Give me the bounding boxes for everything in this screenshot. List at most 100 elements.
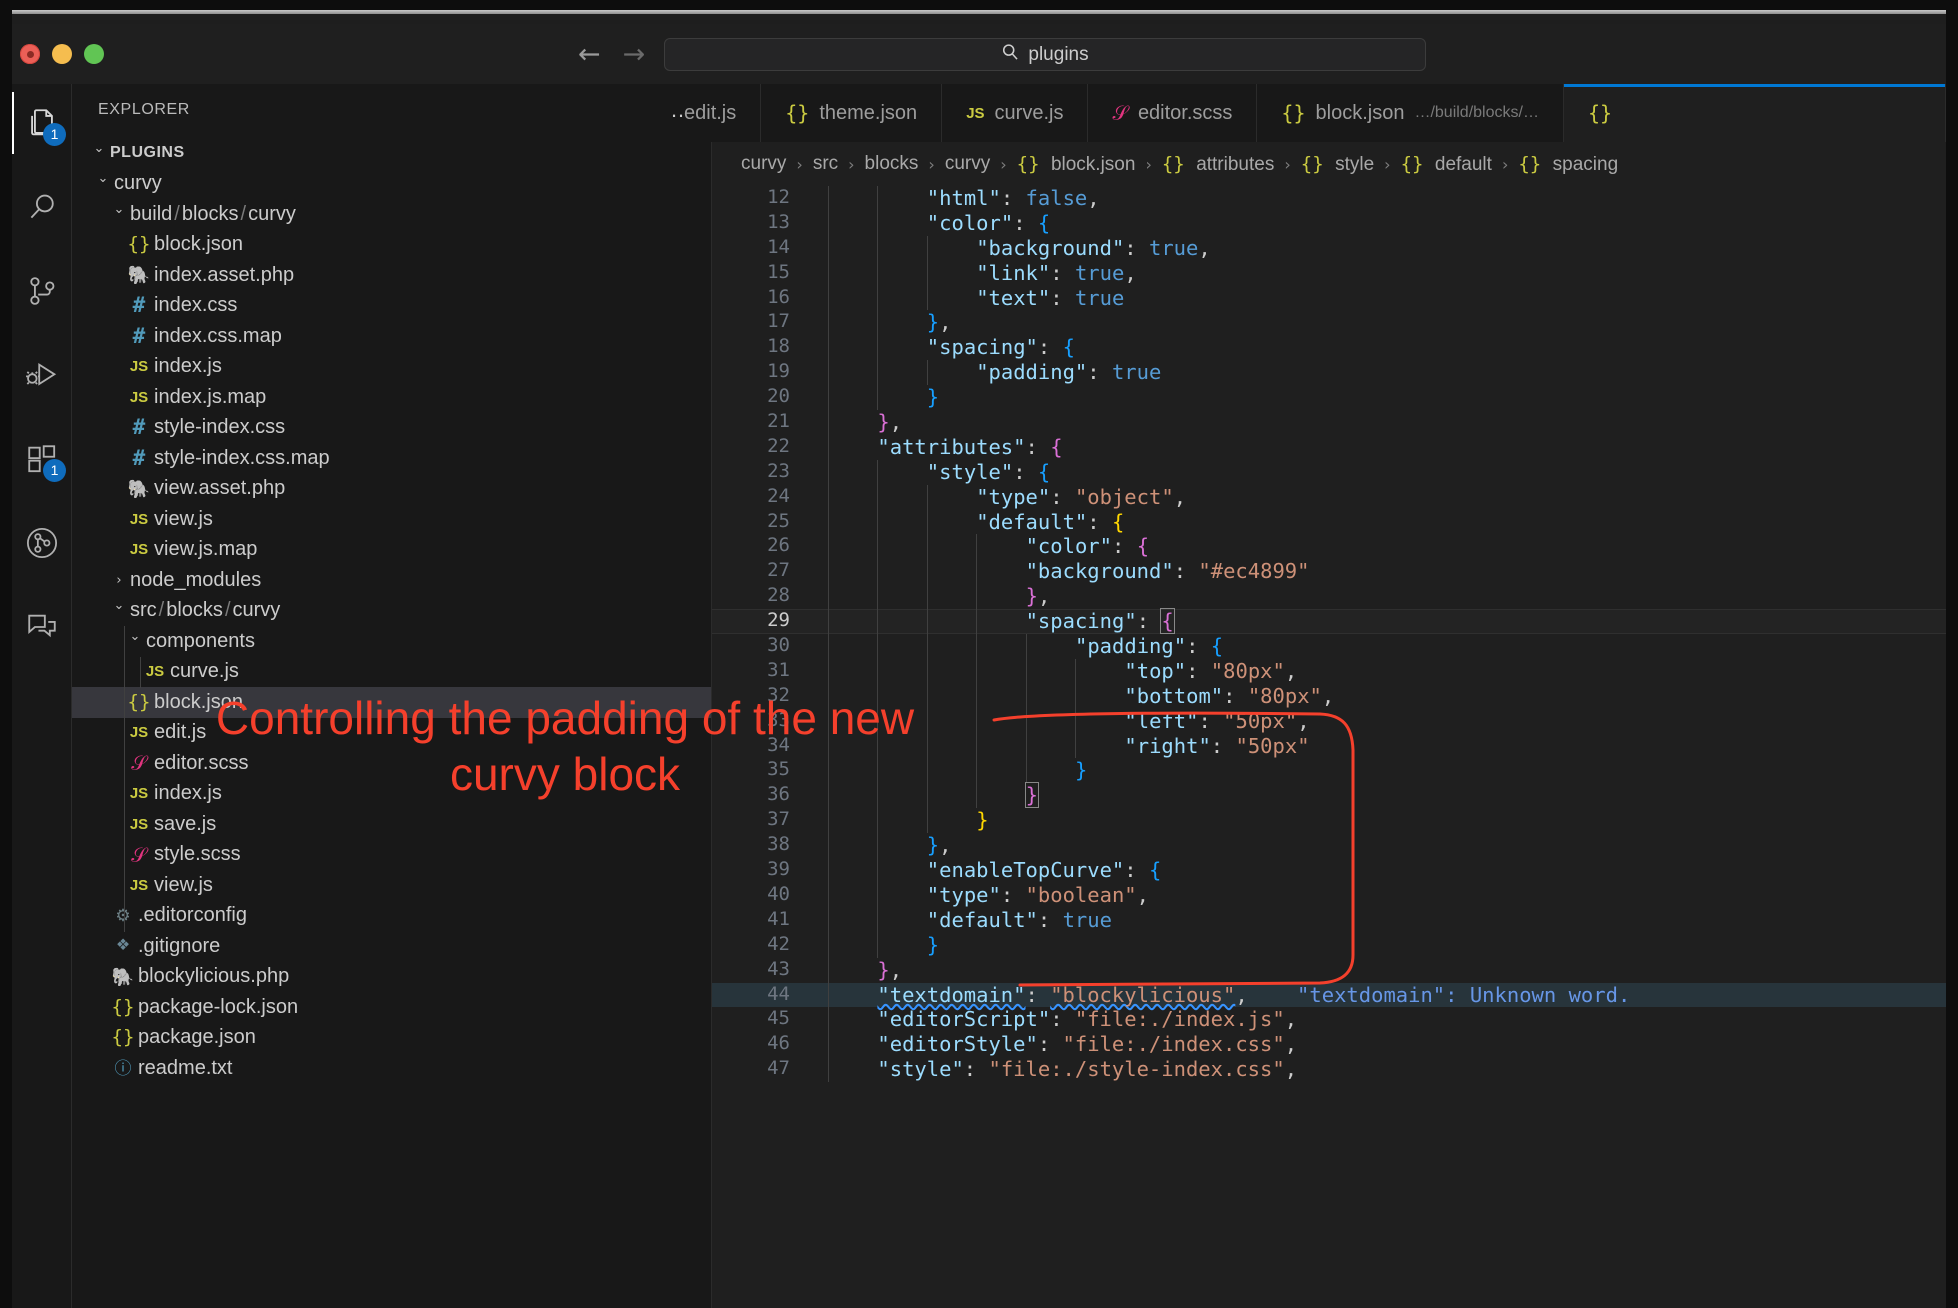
maximize-button[interactable] bbox=[84, 44, 104, 64]
breadcrumb-item[interactable]: {} block.json bbox=[1016, 153, 1137, 176]
code-line[interactable]: 38}, bbox=[712, 833, 1946, 859]
breadcrumb-item[interactable]: {} attributes bbox=[1161, 153, 1275, 176]
tree-file-item[interactable]: # index.css bbox=[72, 291, 711, 322]
code-line[interactable]: 33 "left": "50px", bbox=[712, 708, 1946, 734]
tree-folder-item[interactable]: ⌄ build / blocks / curvy bbox=[72, 199, 711, 230]
code-line[interactable]: 25 "default": { bbox=[712, 509, 1946, 535]
code-line[interactable]: 36} bbox=[712, 782, 1946, 809]
breadcrumb-item[interactable]: blocks bbox=[864, 153, 920, 175]
chevron-down-icon[interactable]: ⌄ bbox=[88, 141, 110, 156]
activity-item-source-control[interactable] bbox=[12, 260, 72, 322]
code-line[interactable]: 24 "type": "object", bbox=[712, 484, 1946, 510]
code-line[interactable]: 23 "style": { bbox=[712, 459, 1946, 485]
tree-file-item[interactable]: JS view.js.map bbox=[72, 535, 711, 566]
activity-item-comments[interactable] bbox=[12, 596, 72, 658]
code-line[interactable]: 19 "padding": true bbox=[712, 360, 1946, 386]
chevron-down-icon[interactable]: ⌄ bbox=[108, 598, 130, 613]
code-line[interactable]: 15 "link": true, bbox=[712, 260, 1946, 286]
code-line[interactable]: 35} bbox=[712, 758, 1946, 784]
tree-folder-item[interactable]: ⌄ src / blocks / curvy bbox=[72, 596, 711, 627]
tree-file-item[interactable]: 🐘 blockylicious.php bbox=[72, 962, 711, 993]
tree-file-item[interactable]: 🐘 view.asset.php bbox=[72, 474, 711, 505]
forward-arrow-icon[interactable]: → bbox=[623, 41, 646, 68]
chevron-down-icon[interactable]: ⌄ bbox=[108, 202, 130, 217]
search-input-value[interactable]: plugins bbox=[1028, 44, 1088, 66]
editor-tab[interactable]: {} bbox=[1563, 84, 1946, 142]
tree-file-item[interactable]: JS index.js bbox=[72, 352, 711, 383]
close-button[interactable] bbox=[20, 44, 40, 64]
tree-folder-item[interactable]: ⌄ components bbox=[72, 626, 711, 657]
code-line[interactable]: 42} bbox=[712, 932, 1946, 958]
tree-file-item[interactable]: # index.css.map bbox=[72, 321, 711, 352]
tree-folder-item[interactable]: › node_modules bbox=[72, 565, 711, 596]
chevron-down-icon[interactable]: ⌄ bbox=[124, 629, 146, 644]
activity-item-extensions[interactable]: 1 bbox=[12, 428, 72, 490]
tree-file-item[interactable]: 🐘 index.asset.php bbox=[72, 260, 711, 291]
code-line[interactable]: 22 "attributes": { bbox=[712, 434, 1946, 460]
editor-tab[interactable]: 𝒮editor.scss bbox=[1088, 84, 1258, 142]
tree-folder-item[interactable]: ⌄ curvy bbox=[72, 169, 711, 200]
code-line[interactable]: 16 "text": true bbox=[712, 285, 1946, 311]
code-line[interactable]: 40 "type": "boolean", bbox=[712, 882, 1946, 908]
tree-file-item[interactable]: JS index.js.map bbox=[72, 382, 711, 413]
code-line[interactable]: 39 "enableTopCurve": { bbox=[712, 858, 1946, 883]
tree-file-item[interactable]: ⚙ .editorconfig bbox=[72, 901, 711, 932]
code-line[interactable]: 37} bbox=[712, 808, 1946, 834]
breadcrumb-item[interactable]: curvy bbox=[944, 153, 991, 175]
minimize-button[interactable] bbox=[52, 44, 72, 64]
code-line[interactable]: 30 "padding": { bbox=[712, 634, 1946, 659]
tree-file-item[interactable]: 𝒮editor.scss bbox=[72, 748, 711, 779]
back-arrow-icon[interactable]: ← bbox=[578, 41, 601, 68]
code-line[interactable]: 44 "textdomain": "blockylicious", "textdo… bbox=[712, 982, 1946, 1008]
code-line[interactable]: 14 "background": true, bbox=[712, 235, 1946, 261]
chevron-down-icon[interactable]: ⌄ bbox=[92, 171, 114, 186]
tree-file-item[interactable]: {} block.json bbox=[72, 687, 711, 718]
code-line[interactable]: 26 "color": { bbox=[712, 534, 1946, 560]
command-center-search[interactable]: plugins bbox=[664, 38, 1426, 71]
tree-file-item[interactable]: JS edit.js bbox=[72, 718, 711, 749]
tree-root-plugins[interactable]: ⌄ PLUGINS bbox=[72, 138, 711, 169]
tree-file-item[interactable]: {} package.json bbox=[72, 1023, 711, 1054]
chevron-right-icon[interactable]: › bbox=[108, 573, 130, 588]
code-line[interactable]: 18 "spacing": { bbox=[712, 335, 1946, 361]
editor-tab[interactable]: edit.js bbox=[684, 84, 762, 142]
code-editor[interactable]: 12 "html": false, 13 "color": {14 "backgroun… bbox=[712, 186, 1946, 1308]
code-line[interactable]: 45 "editorScript": "file:./index.js", bbox=[712, 1007, 1946, 1033]
code-line[interactable]: 28}, bbox=[712, 584, 1946, 610]
editor-tab[interactable]: {} theme.json bbox=[761, 84, 943, 142]
tree-file-item[interactable]: JS view.js bbox=[72, 504, 711, 535]
tree-file-item[interactable]: # style-index.css.map bbox=[72, 443, 711, 474]
activity-item-search[interactable] bbox=[12, 176, 72, 238]
breadcrumb-item[interactable]: curvy bbox=[740, 153, 787, 175]
code-line[interactable]: 17}, bbox=[712, 310, 1946, 336]
code-line[interactable]: 21}, bbox=[712, 410, 1946, 435]
tree-file-item[interactable]: 𝒮style.scss bbox=[72, 840, 711, 871]
code-line[interactable]: 12 "html": false, bbox=[712, 186, 1946, 211]
tree-file-item[interactable]: ❖ .gitignore bbox=[72, 931, 711, 962]
activity-item-explorer[interactable]: 1 bbox=[12, 92, 72, 154]
editor-tab[interactable]: {} block.json …/build/blocks/… bbox=[1257, 84, 1564, 142]
editor-tab[interactable]: JS curve.js bbox=[942, 84, 1089, 142]
activity-item-git-graph[interactable] bbox=[12, 512, 72, 574]
tree-file-item[interactable]: JS save.js bbox=[72, 809, 711, 840]
code-line[interactable]: 47 "style": "file:./style-index.css", bbox=[712, 1057, 1946, 1083]
tree-file-item[interactable]: JS index.js bbox=[72, 779, 711, 810]
tree-file-item[interactable]: {} block.json bbox=[72, 230, 711, 261]
activity-item-run-and-debug[interactable] bbox=[12, 344, 72, 406]
tree-file-item[interactable]: # style-index.css bbox=[72, 413, 711, 444]
code-line[interactable]: 13 "color": { bbox=[712, 210, 1946, 236]
code-line[interactable]: 20} bbox=[712, 385, 1946, 411]
breadcrumb-item[interactable]: {} default bbox=[1400, 153, 1493, 176]
tree-file-item[interactable]: {} package-lock.json bbox=[72, 992, 711, 1023]
code-line[interactable]: 46 "editorStyle": "file:./index.css", bbox=[712, 1032, 1946, 1058]
code-line[interactable]: 27 "background": "#ec4899" bbox=[712, 559, 1946, 585]
breadcrumb-item[interactable]: {} style bbox=[1300, 153, 1375, 176]
tree-file-item[interactable]: ⓘ readme.txt bbox=[72, 1053, 711, 1084]
code-line[interactable]: 31 "top": "80px", bbox=[712, 658, 1946, 684]
code-line[interactable]: 29 "spacing": { bbox=[712, 608, 1946, 635]
code-line[interactable]: 43}, bbox=[712, 957, 1946, 983]
code-line[interactable]: 32 "bottom": "80px", bbox=[712, 683, 1946, 709]
breadcrumb-item[interactable]: {} spacing bbox=[1517, 153, 1619, 176]
breadcrumb-item[interactable]: src bbox=[812, 153, 839, 175]
code-line[interactable]: 41 "default": true bbox=[712, 907, 1946, 933]
